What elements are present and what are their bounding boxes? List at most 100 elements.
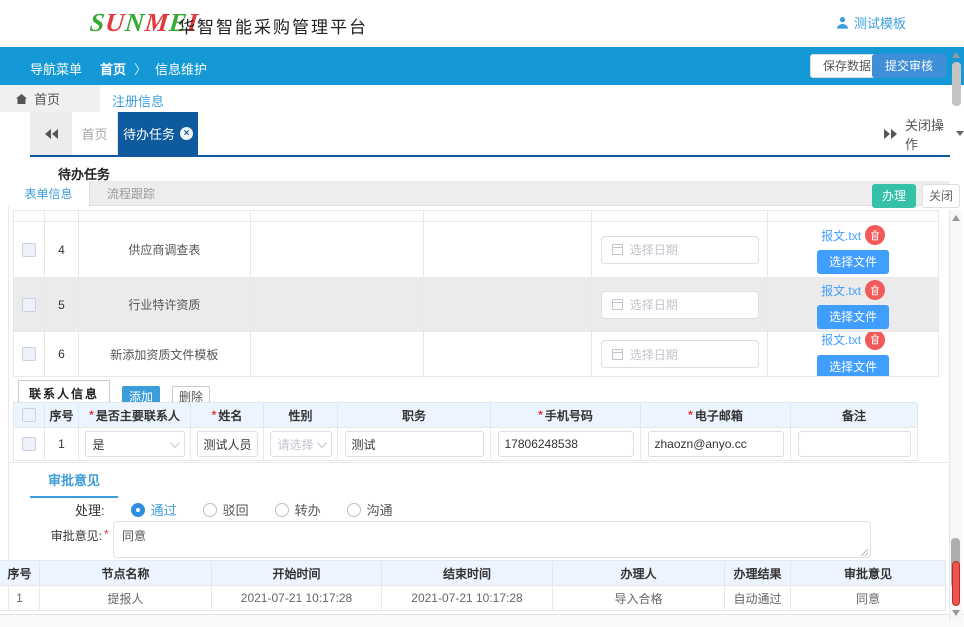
- history-cell: 2021-07-21 10:17:28: [382, 586, 553, 610]
- email-field[interactable]: [648, 431, 784, 457]
- form-tabs: 表单信息 流程跟踪: [8, 181, 949, 206]
- required-star: *: [688, 408, 693, 422]
- history-cell: 自动通过: [725, 586, 791, 610]
- delete-file-button[interactable]: [865, 280, 885, 300]
- history-cell: 同意: [791, 586, 946, 610]
- calendar-icon: [612, 299, 623, 310]
- column-header: 办理人: [553, 561, 725, 585]
- scroll-position-indicator: [952, 561, 960, 606]
- inner-scrollbar-down-arrow[interactable]: [952, 610, 960, 616]
- contact-table: 序号 *是否主要联系人 *姓名 性别 职务 *手机号码 *电子邮箱 备注 1 是…: [13, 402, 918, 461]
- handle-button[interactable]: 办理: [872, 184, 916, 208]
- scroll-tabs-left-button[interactable]: [30, 112, 72, 155]
- home-icon: [16, 94, 27, 104]
- column-header: 审批意见: [791, 561, 946, 585]
- process-label: 处理:: [75, 500, 105, 519]
- name-field[interactable]: [197, 431, 258, 457]
- close-button[interactable]: 关闭: [922, 184, 960, 208]
- row-checkbox[interactable]: [22, 298, 36, 312]
- breadcrumb-current: 信息维护: [155, 59, 207, 78]
- window-tabbar: 首页 待办任务 × 关闭操作: [0, 112, 964, 155]
- expiry-date-input[interactable]: 选择日期: [601, 236, 759, 264]
- required-star: *: [538, 408, 543, 422]
- select-all-checkbox[interactable]: [22, 408, 36, 422]
- date-placeholder: 选择日期: [630, 346, 678, 363]
- panel-left-border: [8, 206, 9, 611]
- phone-field[interactable]: [498, 431, 634, 457]
- chevron-down-icon: [169, 438, 179, 448]
- nav-menu-button[interactable]: 导航菜单: [30, 59, 82, 78]
- trash-icon: [870, 334, 880, 345]
- submit-review-button[interactable]: 提交审核: [872, 54, 946, 78]
- scroll-tabs-right-button[interactable]: [876, 112, 904, 155]
- radio-transfer[interactable]: 转办: [275, 500, 321, 519]
- approval-section-label: 审批意见: [30, 470, 118, 498]
- caret-down-icon: [956, 131, 964, 136]
- sidebar-item-label: 首页: [34, 89, 60, 108]
- logo-letter: M: [144, 8, 171, 37]
- resize-grip-icon[interactable]: [860, 548, 869, 557]
- outer-scrollbar-up-arrow[interactable]: [952, 52, 960, 58]
- gender-select[interactable]: 请选择: [270, 431, 332, 457]
- column-header: 节点名称: [40, 561, 212, 585]
- radio-reject[interactable]: 驳回: [203, 500, 249, 519]
- sidebar-item-home[interactable]: 首页: [0, 85, 100, 112]
- active-tab-underline: [30, 155, 950, 157]
- column-header: 性别: [264, 403, 338, 427]
- radio-approve[interactable]: 通过: [131, 500, 177, 519]
- column-header: 备注: [791, 403, 918, 427]
- row-number: 5: [45, 278, 79, 331]
- column-header: 序号: [0, 561, 40, 585]
- inner-scrollbar-up-arrow[interactable]: [952, 215, 960, 221]
- row-checkbox[interactable]: [22, 437, 36, 451]
- calendar-icon: [612, 244, 623, 255]
- delete-file-button[interactable]: [865, 332, 885, 350]
- choose-file-button[interactable]: 选择文件: [817, 355, 889, 377]
- primary-contact-select[interactable]: 是: [85, 431, 185, 457]
- column-header: *手机号码: [491, 403, 641, 427]
- choose-file-button[interactable]: 选择文件: [817, 250, 889, 274]
- tab-home[interactable]: 首页: [72, 112, 118, 155]
- section-divider: [8, 462, 949, 463]
- column-header: *姓名: [191, 403, 264, 427]
- contact-row: 1 是 请选择: [14, 428, 918, 461]
- required-star: *: [89, 408, 94, 422]
- double-chevron-right-icon: [884, 129, 890, 139]
- tab-todo-tasks[interactable]: 待办任务 ×: [118, 112, 198, 155]
- history-cell: 提报人: [40, 586, 212, 610]
- user-menu[interactable]: 测试模板: [836, 13, 906, 32]
- history-cell: 导入合格: [553, 586, 725, 610]
- breadcrumb: 首页 〉 信息维护: [100, 59, 207, 78]
- note-field[interactable]: [798, 431, 911, 457]
- tab-flow-track[interactable]: 流程跟踪: [90, 181, 172, 206]
- approval-comment-textarea[interactable]: 同意: [113, 521, 871, 558]
- column-header: 职务: [338, 403, 491, 427]
- row-checkbox[interactable]: [22, 347, 36, 361]
- page-heading-register-info[interactable]: 注册信息: [112, 91, 164, 110]
- qualification-name: 新添加资质文件模板: [79, 332, 251, 376]
- close-tab-icon[interactable]: ×: [180, 127, 193, 140]
- attached-file-link[interactable]: 报文.txt: [821, 227, 861, 244]
- table-row: 5 行业特许资质 选择日期 报文.txt 选择文件: [14, 278, 939, 332]
- close-operations-dropdown[interactable]: 关闭操作: [905, 112, 964, 155]
- column-header: 结束时间: [382, 561, 553, 585]
- expiry-date-input[interactable]: 选择日期: [601, 291, 759, 319]
- attached-file-link[interactable]: 报文.txt: [821, 332, 861, 348]
- row-number: 1: [45, 428, 79, 460]
- history-cell: 1: [0, 586, 40, 610]
- attached-file-link[interactable]: 报文.txt: [821, 282, 861, 299]
- choose-file-button[interactable]: 选择文件: [817, 305, 889, 329]
- app-window: SUNMEI 华智智能采购管理平台 测试模板 导航菜单 首页 〉 信息维护 保存…: [0, 0, 964, 627]
- delete-file-button[interactable]: [865, 225, 885, 245]
- chevron-down-icon: [316, 438, 326, 448]
- radio-communicate[interactable]: 沟通: [347, 500, 393, 519]
- job-field[interactable]: [345, 431, 484, 457]
- column-header: *是否主要联系人: [79, 403, 191, 427]
- outer-scrollbar-thumb[interactable]: [952, 62, 961, 106]
- row-checkbox[interactable]: [22, 243, 36, 257]
- history-cell: 2021-07-21 10:17:28: [212, 586, 382, 610]
- expiry-date-input[interactable]: 选择日期: [601, 340, 759, 368]
- breadcrumb-home[interactable]: 首页: [100, 59, 126, 78]
- column-header: 序号: [45, 403, 79, 427]
- tab-form-info[interactable]: 表单信息: [8, 181, 90, 206]
